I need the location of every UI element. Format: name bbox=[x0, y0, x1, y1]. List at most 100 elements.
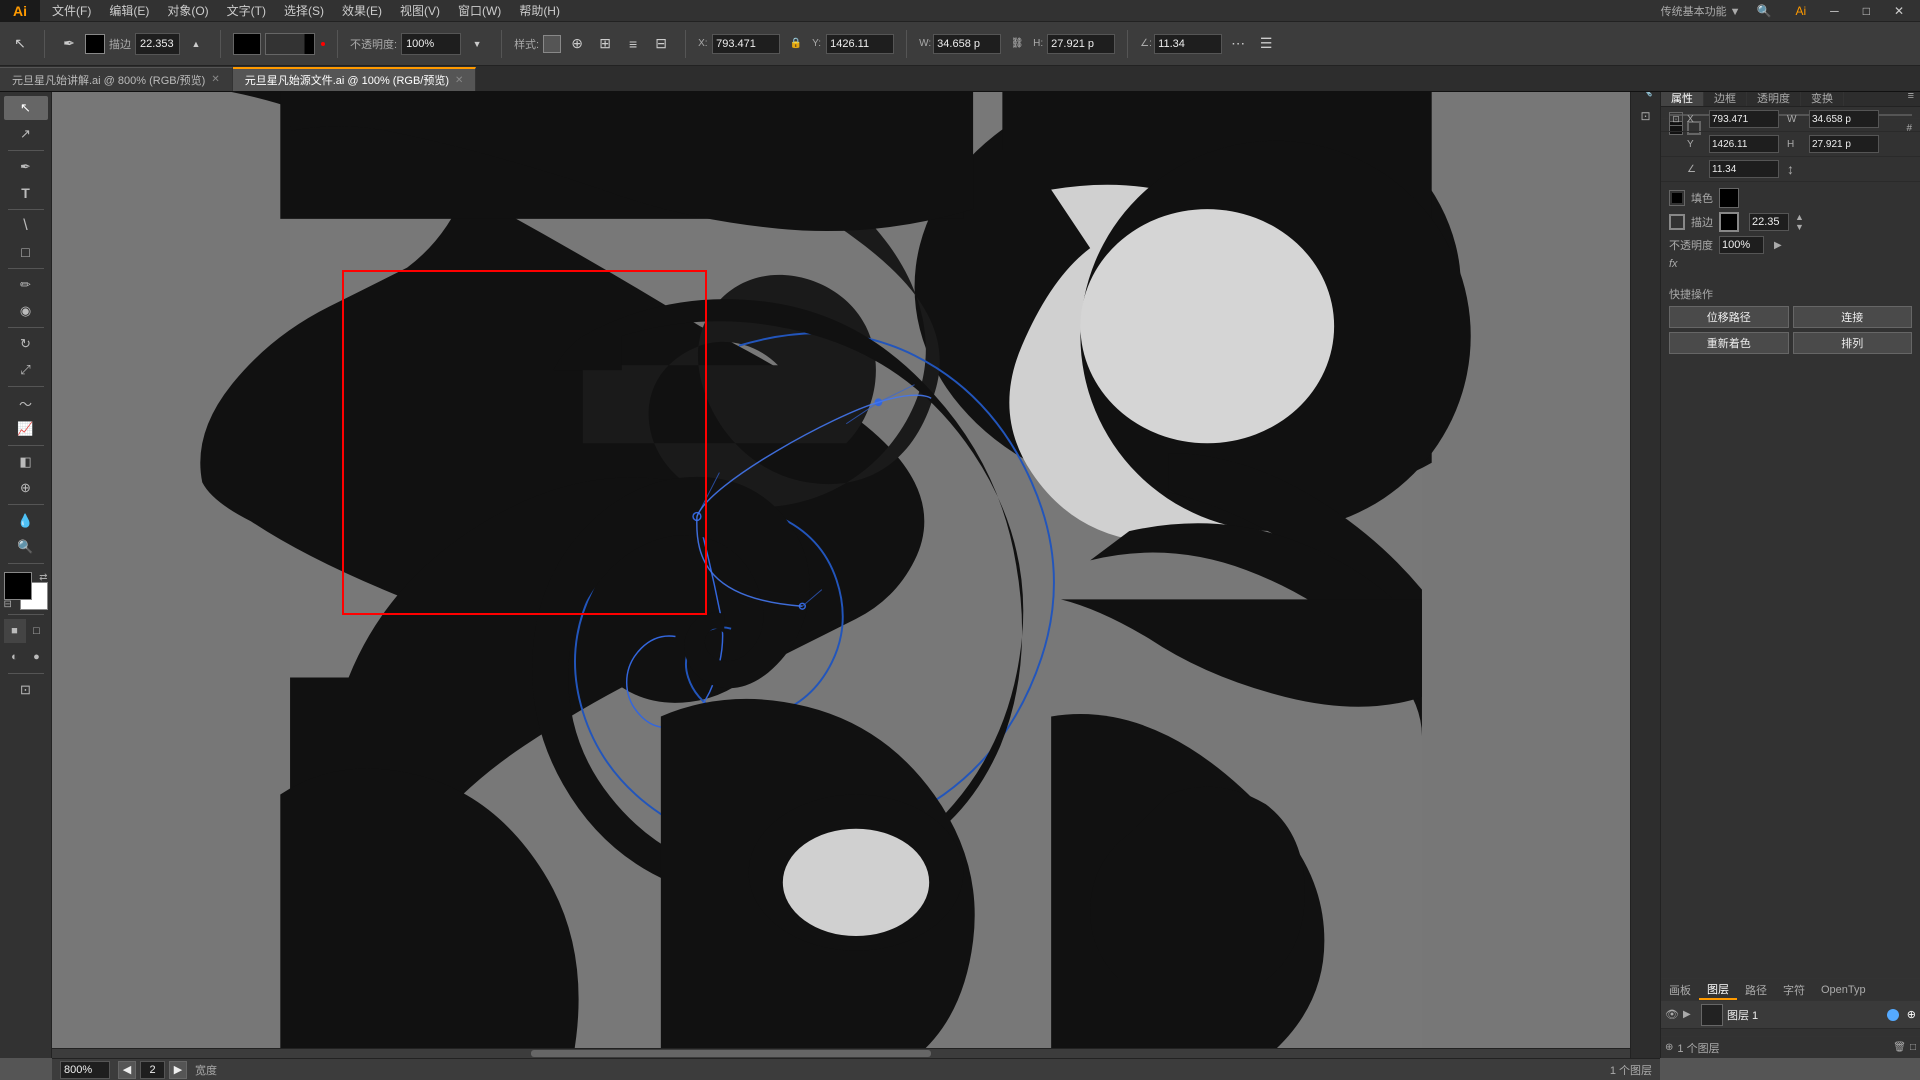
layers-tab[interactable]: 图层 bbox=[1699, 979, 1737, 1000]
zoom-level-input[interactable] bbox=[60, 1061, 110, 1079]
new-layer-btn[interactable]: ⊕ bbox=[1665, 1042, 1673, 1053]
stroke-style-icon[interactable]: ✒ bbox=[57, 32, 81, 56]
w-coord-input[interactable] bbox=[933, 34, 1001, 54]
style-options[interactable]: ⊕ bbox=[565, 32, 589, 56]
tool-blend[interactable]: ⊕ bbox=[4, 476, 48, 500]
props-tab-opacity[interactable]: 透明度 bbox=[1747, 90, 1801, 106]
horizontal-scrollbar[interactable] bbox=[52, 1048, 1650, 1058]
join-btn[interactable]: 连接 bbox=[1793, 306, 1913, 328]
menu-text[interactable]: 文字(T) bbox=[219, 0, 274, 21]
tool-blob[interactable]: ◉ bbox=[4, 299, 48, 323]
deco-btn-4[interactable]: ⊡ bbox=[1634, 104, 1658, 128]
h-attr-input[interactable] bbox=[1809, 135, 1879, 153]
layer-1-options[interactable]: ⊕ bbox=[1907, 1008, 1916, 1021]
menu-window[interactable]: 窗口(W) bbox=[450, 0, 509, 21]
fill-color-swatch[interactable] bbox=[233, 33, 261, 55]
props-panel-menu[interactable]: ≡ bbox=[1902, 90, 1920, 106]
opacity-input[interactable] bbox=[401, 33, 461, 55]
menu-help[interactable]: 帮助(H) bbox=[511, 0, 568, 21]
stroke-width-panel-input[interactable] bbox=[1749, 213, 1789, 231]
stroke-width-up[interactable]: ▲▼ bbox=[1795, 212, 1804, 232]
tool-direct-selection[interactable]: ↗ bbox=[4, 122, 48, 146]
menu-search-icon[interactable]: 🔍 bbox=[1749, 2, 1780, 20]
props-tab-transform[interactable]: 变换 bbox=[1801, 90, 1844, 106]
tool-pen[interactable]: ✒ bbox=[4, 155, 48, 179]
arrange-btn[interactable]: 排列 bbox=[1793, 332, 1913, 354]
artboard-tab[interactable]: 画板 bbox=[1661, 979, 1699, 1000]
menu-maximize[interactable]: □ bbox=[1855, 2, 1878, 20]
style-align[interactable]: ≡ bbox=[621, 32, 645, 56]
stroke-box-icon[interactable] bbox=[85, 34, 105, 54]
menu-close[interactable]: ✕ bbox=[1886, 2, 1912, 20]
offset-path-btn[interactable]: 位移路径 bbox=[1669, 306, 1789, 328]
h-coord-input[interactable] bbox=[1047, 34, 1115, 54]
x-attr-input[interactable] bbox=[1709, 110, 1779, 128]
stroke-mode-btn[interactable]: □ bbox=[26, 619, 48, 643]
h-scroll-thumb[interactable] bbox=[531, 1050, 931, 1057]
stroke-swatch-panel[interactable] bbox=[1719, 212, 1739, 232]
foreground-color[interactable] bbox=[4, 572, 32, 600]
new-artboard-btn[interactable]: □ bbox=[1910, 1042, 1916, 1053]
path-tab[interactable]: 路径 bbox=[1737, 979, 1775, 1000]
normal-view-btn[interactable]: ◐ bbox=[4, 645, 26, 669]
style-grid[interactable]: ⊞ bbox=[593, 32, 617, 56]
menu-object[interactable]: 对象(O) bbox=[159, 0, 216, 21]
toolbar-selection-icon[interactable]: ↖ bbox=[8, 32, 32, 56]
tool-gradient[interactable]: ◧ bbox=[4, 450, 48, 474]
fill-swatch[interactable] bbox=[1719, 188, 1739, 208]
menu-adobe-icon[interactable]: Ai bbox=[1788, 2, 1815, 20]
layer-1-expand[interactable]: ▶ bbox=[1683, 1009, 1697, 1020]
tool-rotate[interactable]: ↻ bbox=[4, 332, 48, 356]
stroke-up-icon[interactable]: ▲ bbox=[184, 32, 208, 56]
y-coord-input[interactable] bbox=[826, 34, 894, 54]
char-tab[interactable]: 字符 bbox=[1775, 979, 1813, 1000]
prev-page-btn[interactable]: ◀ bbox=[118, 1061, 136, 1079]
menu-minimize[interactable]: ─ bbox=[1822, 2, 1847, 20]
menu-view[interactable]: 视图(V) bbox=[392, 0, 448, 21]
tool-brush[interactable]: ✏ bbox=[4, 273, 48, 297]
layer-1-name[interactable]: 图层 1 bbox=[1727, 1007, 1883, 1023]
color-reset-icon[interactable]: ⊟ bbox=[4, 599, 12, 610]
stroke-preview[interactable] bbox=[265, 33, 315, 55]
style-box[interactable] bbox=[543, 35, 561, 53]
stroke-width-input[interactable] bbox=[135, 33, 180, 55]
angle-direction[interactable]: ↕ bbox=[1787, 161, 1794, 177]
opacity-dropdown-icon[interactable]: ▼ bbox=[465, 32, 489, 56]
w-link-icon[interactable]: ⛓ bbox=[1005, 32, 1029, 56]
menu-select[interactable]: 选择(S) bbox=[276, 0, 332, 21]
lock-proportions-icon[interactable]: 🔒 bbox=[784, 32, 808, 56]
w-attr-input[interactable] bbox=[1809, 110, 1879, 128]
tab-2-close[interactable]: ✕ bbox=[455, 75, 463, 86]
next-page-btn[interactable]: ▶ bbox=[169, 1061, 187, 1079]
delete-layer-btn[interactable]: 🗑 bbox=[1893, 1042, 1906, 1053]
tab-1[interactable]: 元旦星凡始讲解.ai @ 800% (RGB/预览) ✕ bbox=[0, 67, 233, 91]
style-dist[interactable]: ⊟ bbox=[649, 32, 673, 56]
canvas-area[interactable] bbox=[52, 92, 1660, 1058]
tool-selection[interactable]: ↖ bbox=[4, 96, 48, 120]
align-icon[interactable]: ☰ bbox=[1254, 32, 1278, 56]
fill-mode-btn[interactable]: ■ bbox=[4, 619, 26, 643]
angle-attr-input[interactable] bbox=[1709, 160, 1779, 178]
recolor-btn[interactable]: 重新着色 bbox=[1669, 332, 1789, 354]
tab-1-close[interactable]: ✕ bbox=[211, 74, 219, 85]
opacity-prop-input[interactable] bbox=[1719, 236, 1764, 254]
opentype-tab[interactable]: OpenTyp bbox=[1813, 979, 1874, 1000]
full-view-btn[interactable]: ● bbox=[26, 645, 48, 669]
menu-file[interactable]: 文件(F) bbox=[44, 0, 99, 21]
opacity-expand[interactable]: ▶ bbox=[1774, 240, 1782, 251]
props-tab-attrs[interactable]: 属性 bbox=[1661, 90, 1704, 106]
tool-eyedropper[interactable]: 💧 bbox=[4, 509, 48, 533]
tool-artboard[interactable]: ⊡ bbox=[4, 678, 48, 702]
tool-zoom[interactable]: 🔍 bbox=[4, 535, 48, 559]
tool-warp[interactable]: 〜 bbox=[4, 391, 48, 415]
tool-graph[interactable]: 📈 bbox=[4, 417, 48, 441]
tab-2[interactable]: 元旦星凡始源文件.ai @ 100% (RGB/预览) ✕ bbox=[233, 67, 477, 91]
angle-input[interactable] bbox=[1154, 34, 1222, 54]
tool-scale[interactable]: ⤢ bbox=[4, 358, 48, 382]
tool-rect[interactable]: □ bbox=[4, 240, 48, 264]
menu-edit[interactable]: 编辑(E) bbox=[101, 0, 157, 21]
x-coord-input[interactable] bbox=[712, 34, 780, 54]
props-tab-border[interactable]: 边框 bbox=[1704, 90, 1747, 106]
more-options-icon[interactable]: ⋯ bbox=[1226, 32, 1250, 56]
tool-type[interactable]: T bbox=[4, 181, 48, 205]
